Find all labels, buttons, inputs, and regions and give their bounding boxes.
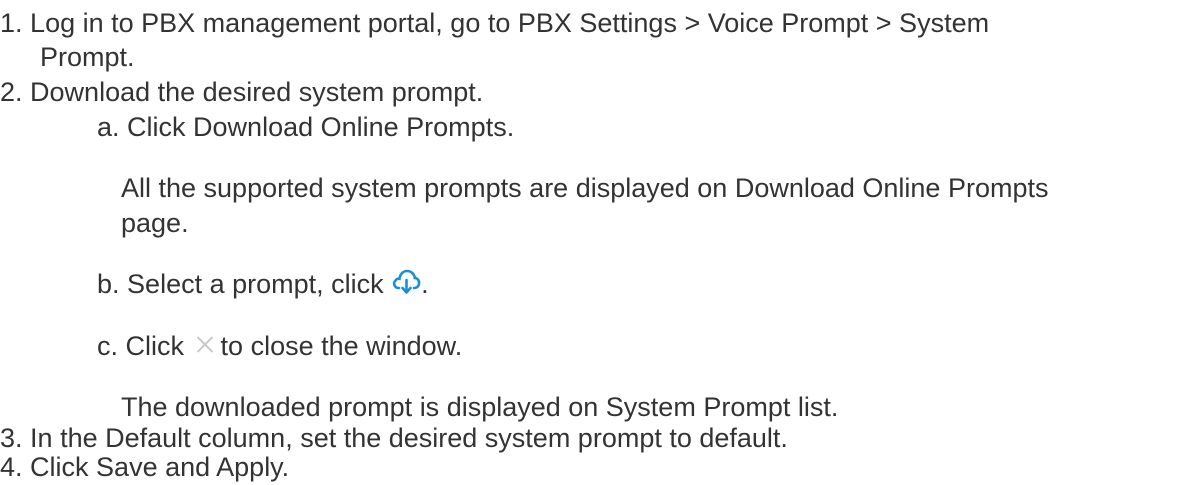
substep-a: a. Click Download Online Prompts. (97, 110, 514, 145)
step-number: 1. (0, 8, 23, 38)
substep-c-note: The downloaded prompt is displayed on Sy… (121, 390, 838, 425)
step-text: Prompt. (40, 42, 135, 72)
step-text: In the Default column, set the desired s… (30, 423, 788, 453)
substep-text: Select a prompt, click (127, 269, 384, 299)
step-text: Download the desired system prompt. (30, 77, 484, 107)
step-number: 2. (0, 77, 23, 107)
substep-a-note-continuation: page. (121, 206, 189, 241)
note-text: page. (121, 208, 189, 238)
close-icon (196, 336, 213, 353)
step-1: 1. Log in to PBX management portal, go t… (0, 6, 989, 41)
note-text: The downloaded prompt is displayed on Sy… (121, 392, 839, 422)
step-1-continuation: Prompt. (40, 40, 135, 75)
substep-text: Click (125, 331, 185, 361)
step-text: Log in to PBX management portal, go to P… (30, 8, 990, 38)
substep-text-after: . (421, 269, 429, 299)
substep-text: Click Download Online Prompts. (127, 112, 515, 142)
step-number: 4. (0, 452, 23, 482)
substep-text-after: to close the window. (220, 331, 463, 361)
step-4: 4. Click Save and Apply. (0, 450, 289, 485)
substep-letter: c. (97, 331, 119, 361)
step-2: 2. Download the desired system prompt. (0, 75, 483, 110)
substep-b: b. Select a prompt, click . (97, 267, 429, 305)
step-text: Click Save and Apply. (30, 452, 290, 482)
substep-letter: b. (97, 269, 120, 299)
cloud-download-icon (391, 268, 421, 305)
note-text: All the supported system prompts are dis… (121, 173, 1049, 203)
substep-a-note: All the supported system prompts are dis… (121, 171, 1048, 206)
substep-c: c. Click to close the window. (97, 329, 462, 364)
substep-letter: a. (97, 112, 120, 142)
